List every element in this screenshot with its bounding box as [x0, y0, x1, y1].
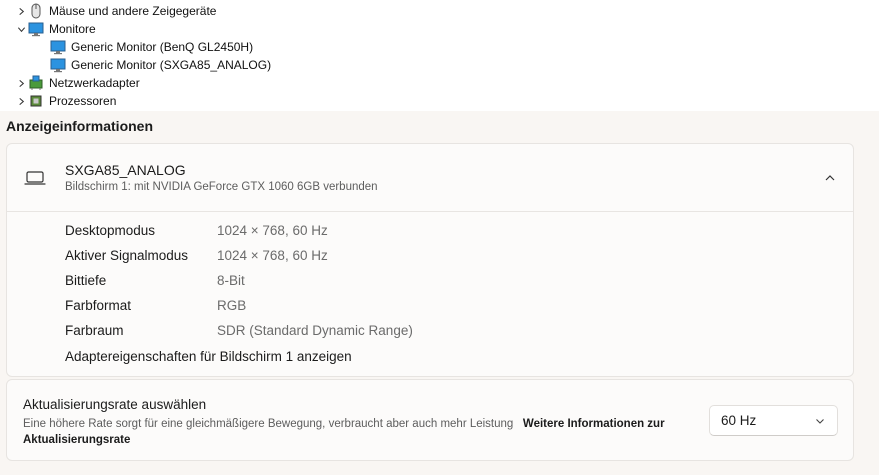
property-label: Farbraum — [65, 323, 124, 338]
tree-item-label: Generic Monitor (SXGA85_ANALOG) — [71, 58, 272, 72]
tree-item-monitor-sxga[interactable]: Generic Monitor (SXGA85_ANALOG) — [50, 56, 271, 74]
tree-item-processors[interactable]: Prozessoren — [14, 92, 116, 110]
tree-item-label: Netzwerkadapter — [49, 76, 140, 90]
section-title: Anzeigeinformationen — [6, 118, 154, 134]
refresh-rate-description: Eine höhere Rate sorgt für eine gleichmä… — [23, 416, 703, 448]
monitor-icon — [50, 57, 66, 73]
chevron-down-icon[interactable] — [14, 20, 28, 38]
tree-item-label: Mäuse und andere Zeigegeräte — [49, 4, 217, 18]
chevron-right-icon[interactable] — [14, 92, 28, 110]
collapse-button[interactable] — [817, 166, 843, 190]
property-label: Aktiver Signalmodus — [65, 248, 189, 263]
monitor-icon — [50, 39, 66, 55]
chevron-right-icon[interactable] — [14, 2, 28, 20]
chevron-up-icon — [824, 172, 836, 184]
chevron-right-icon[interactable] — [14, 74, 28, 92]
property-label: Desktopmodus — [65, 223, 156, 238]
display-info-header[interactable]: SXGA85_ANALOG Bildschirm 1: mit NVIDIA G… — [7, 144, 853, 212]
device-tree: Mäuse und andere Zeigegeräte Monitore Ge… — [0, 0, 879, 110]
refresh-rate-dropdown[interactable]: 60 Hz — [709, 405, 838, 436]
processor-icon — [28, 93, 44, 109]
refresh-rate-description-text: Eine höhere Rate sorgt für eine gleichmä… — [23, 418, 514, 430]
refresh-rate-card: Aktualisierungsrate auswählen Eine höher… — [6, 379, 854, 461]
tree-item-label: Prozessoren — [49, 94, 117, 108]
property-value: 8-Bit — [217, 273, 245, 288]
property-value: 1024 × 768, 60 Hz — [217, 223, 328, 238]
tree-item-label: Generic Monitor (BenQ GL2450H) — [71, 40, 254, 54]
monitor-icon — [28, 21, 44, 37]
refresh-rate-value: 60 Hz — [721, 413, 757, 428]
mouse-icon — [28, 3, 44, 19]
adapter-properties-link[interactable]: Adaptereigenschaften für Bildschirm 1 an… — [65, 349, 352, 364]
display-info-card: SXGA85_ANALOG Bildschirm 1: mit NVIDIA G… — [6, 143, 854, 377]
display-settings-panel: Anzeigeinformationen SXGA85_ANALOG Bilds… — [0, 111, 879, 475]
display-name: SXGA85_ANALOG — [65, 162, 186, 178]
tree-item-monitor-benq[interactable]: Generic Monitor (BenQ GL2450H) — [50, 38, 253, 56]
tree-item-monitors[interactable]: Monitore — [14, 20, 96, 38]
property-value: RGB — [217, 298, 247, 313]
property-label: Farbformat — [65, 298, 132, 313]
property-label: Bittiefe — [65, 273, 107, 288]
tree-item-mice[interactable]: Mäuse und andere Zeigegeräte — [14, 2, 216, 20]
chevron-down-icon — [815, 416, 825, 426]
laptop-icon — [24, 169, 46, 187]
property-value: SDR (Standard Dynamic Range) — [217, 323, 413, 338]
refresh-rate-title: Aktualisierungsrate auswählen — [23, 397, 207, 412]
property-value: 1024 × 768, 60 Hz — [217, 248, 328, 263]
tree-item-network[interactable]: Netzwerkadapter — [14, 74, 140, 92]
network-adapter-icon — [28, 75, 44, 91]
display-subtitle: Bildschirm 1: mit NVIDIA GeForce GTX 106… — [65, 181, 378, 193]
tree-item-label: Monitore — [49, 22, 96, 36]
